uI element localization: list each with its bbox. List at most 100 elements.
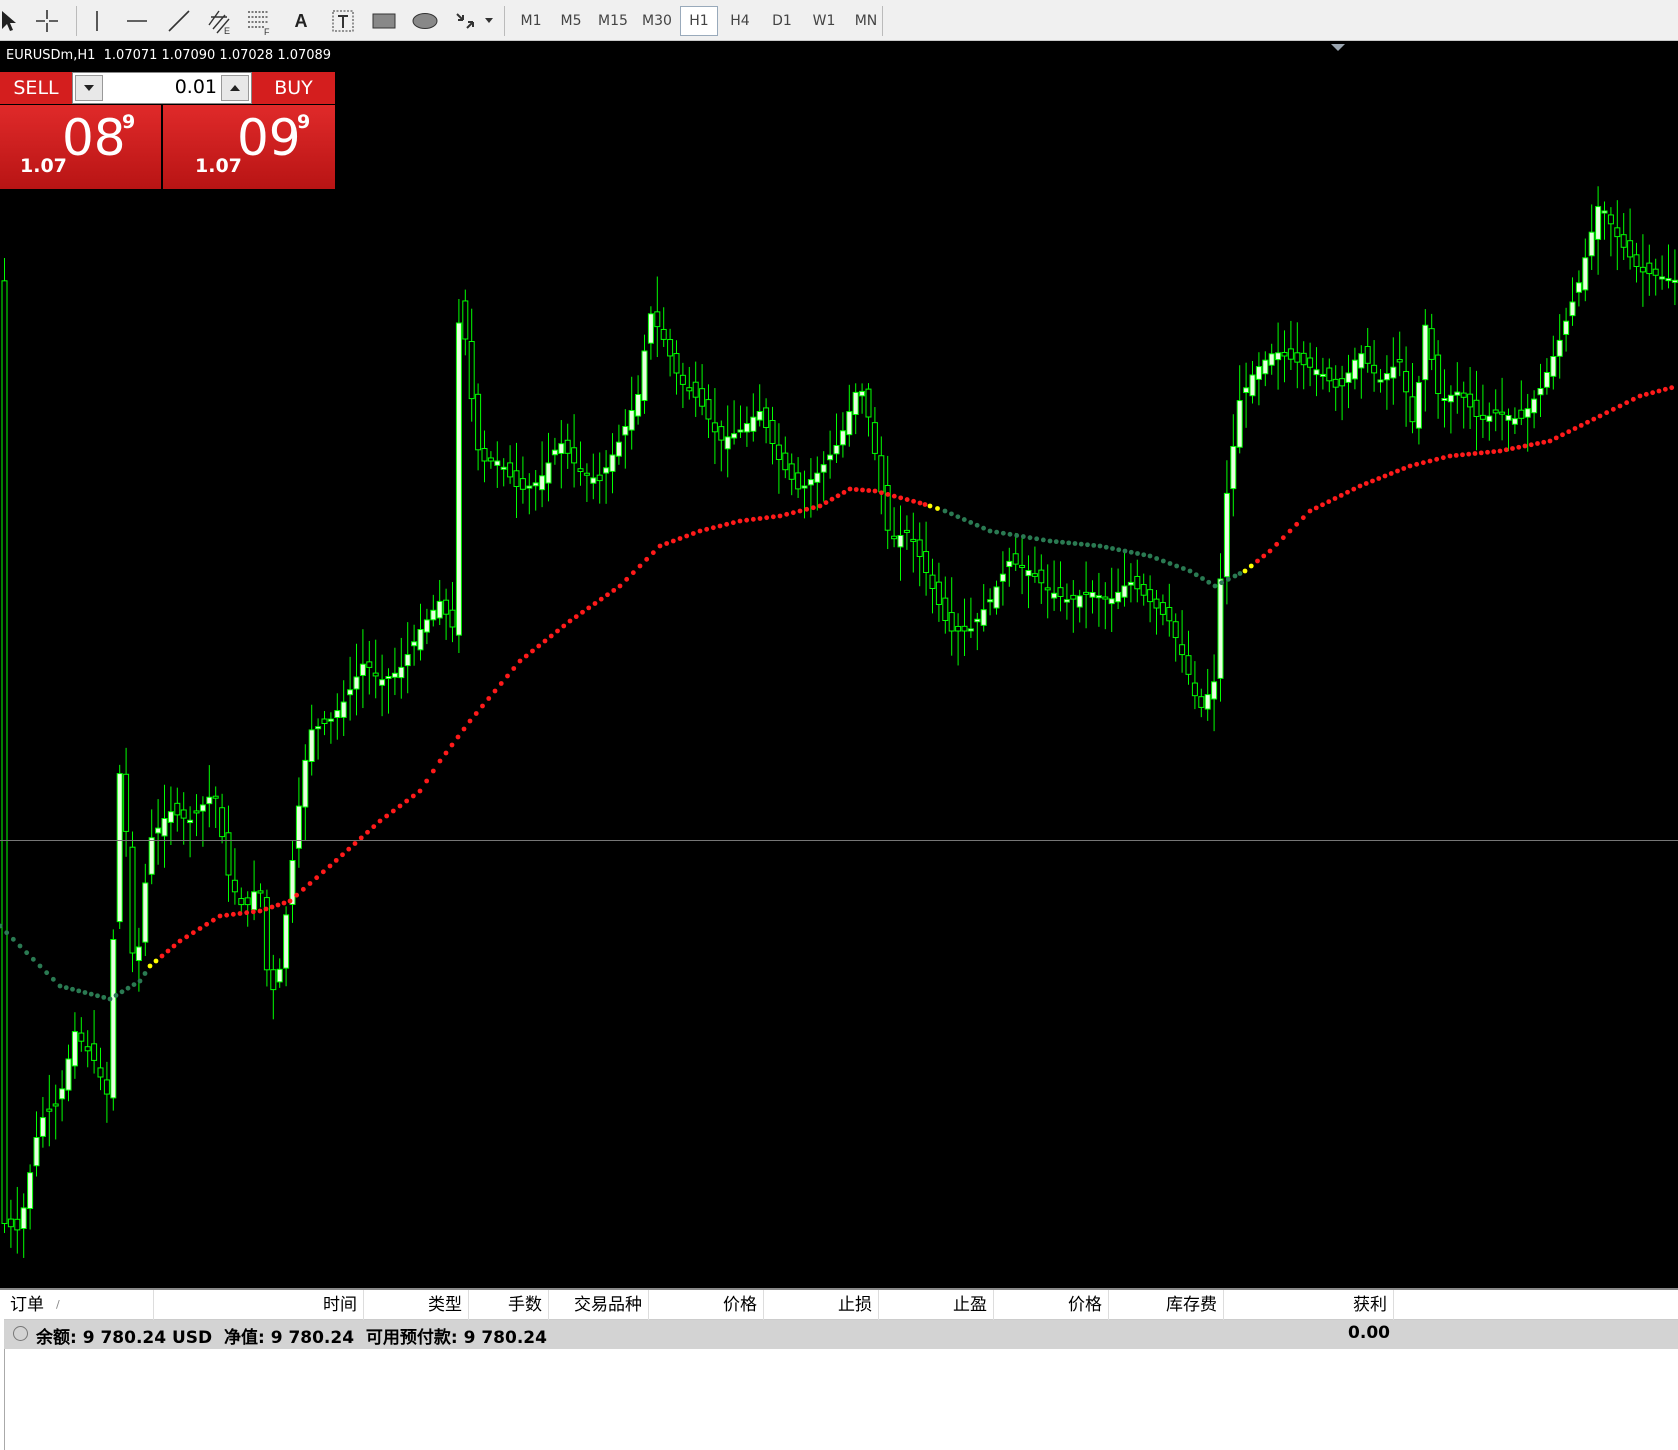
candle-body (1223, 492, 1230, 578)
sell-button[interactable]: SELL (0, 72, 72, 104)
candle-body (513, 470, 520, 488)
indicator-dot (1516, 444, 1522, 450)
candle-body (795, 472, 802, 490)
lot-size-field[interactable]: 0.01 (72, 72, 252, 104)
indicator-dot (866, 488, 872, 493)
elliott-icon[interactable]: E (204, 4, 234, 38)
candle-body (577, 468, 584, 472)
column-header[interactable]: 价格 (649, 1290, 764, 1320)
indicator-dot (1604, 410, 1610, 416)
candle-body (475, 393, 482, 451)
trendline-icon[interactable] (164, 4, 194, 38)
text-label-icon[interactable] (328, 4, 358, 38)
lot-decrease-button[interactable] (75, 75, 103, 101)
rectangle-icon[interactable] (368, 4, 400, 38)
candle-body (596, 474, 603, 482)
indicator-dot (1597, 413, 1603, 419)
candle-body (1153, 598, 1160, 609)
candle-body (97, 1067, 104, 1078)
ask-price-display[interactable]: 1.07 09 9 (163, 105, 335, 189)
buy-button[interactable]: BUY (252, 72, 335, 104)
bid-price-display[interactable]: 1.07 08 9 (0, 105, 161, 189)
column-header[interactable]: 止损 (764, 1290, 879, 1320)
indicator-dot (1294, 521, 1300, 527)
column-header[interactable]: 价格 (994, 1290, 1109, 1320)
timeframe-m15[interactable]: M15 (592, 6, 634, 36)
price-chart[interactable]: EURUSDm,H1 1.07071 1.07090 1.07028 1.070… (0, 41, 1678, 1305)
column-header[interactable]: 库存费 (1109, 1290, 1224, 1320)
candle-body (679, 374, 686, 385)
indicator-dot (1630, 396, 1636, 402)
candle-body (1531, 398, 1538, 414)
timeframe-h1[interactable]: H1 (680, 6, 718, 36)
column-header[interactable]: 交易品种 (549, 1290, 649, 1320)
candle-body (929, 574, 936, 590)
indicator-dot (1370, 478, 1375, 484)
candle-body (948, 612, 955, 632)
ellipse-icon[interactable] (408, 4, 442, 38)
indicator-dot (142, 971, 148, 976)
indicator-dot (1066, 540, 1072, 546)
candle-body (1319, 373, 1326, 377)
candle-body (167, 811, 174, 823)
timeframe-mn[interactable]: MN (846, 6, 886, 36)
cursor-icon[interactable] (0, 4, 18, 38)
candle-body (1460, 392, 1467, 398)
chart-shift-marker[interactable] (1331, 44, 1345, 51)
indicator-dot (617, 583, 623, 589)
indicator-dot (955, 514, 961, 520)
candle-body (897, 535, 904, 548)
candle-body (1659, 276, 1666, 280)
indicator-dot (1338, 492, 1344, 498)
text-icon[interactable]: A (288, 4, 314, 38)
column-header[interactable]: 类型 (364, 1290, 469, 1320)
timeframe-d1[interactable]: D1 (762, 6, 802, 36)
timeframe-w1[interactable]: W1 (804, 6, 844, 36)
timeframe-m30[interactable]: M30 (636, 6, 678, 36)
crosshair-icon[interactable] (30, 4, 64, 38)
account-summary-text: 余额: 9 780.24 USD 净值: 9 780.24 可用预付款: 9 7… (36, 1328, 547, 1348)
fibonacci-icon[interactable]: F (244, 4, 274, 38)
lot-increase-button[interactable] (221, 75, 249, 101)
candle-body (603, 467, 610, 474)
indicator-dot (1212, 583, 1218, 589)
indicator-dot (817, 503, 823, 509)
indicator-dot (1572, 426, 1578, 431)
column-header[interactable]: 手数 (469, 1290, 549, 1320)
indicator-dot (1472, 451, 1478, 456)
candle-body (270, 969, 277, 991)
indicator-dot (1167, 561, 1173, 566)
arrows-icon[interactable] (452, 4, 496, 38)
timeframe-m1[interactable]: M1 (512, 6, 550, 36)
candle-body (1063, 599, 1070, 603)
indicator-dot (961, 517, 967, 522)
timeframe-m5[interactable]: M5 (552, 6, 590, 36)
candle-body (366, 661, 373, 668)
indicator-dot (1447, 453, 1453, 459)
lot-size-value[interactable]: 0.01 (105, 76, 217, 98)
sort-icon: / (56, 1298, 60, 1311)
vertical-line-icon[interactable] (84, 4, 110, 38)
indicator-dot (137, 978, 143, 984)
column-header[interactable]: 订单 (4, 1290, 154, 1320)
candle-body (1275, 352, 1282, 361)
candle-body (1108, 598, 1115, 605)
indicator-dot (147, 963, 153, 969)
indicator-dot (119, 989, 125, 995)
indicator-dot (1237, 571, 1243, 576)
indicator-dot (1637, 393, 1643, 399)
indicator-dot (480, 703, 485, 709)
candle-body (1, 280, 8, 1225)
column-header[interactable]: 止盈 (879, 1290, 994, 1320)
indicator-dot (1242, 568, 1248, 574)
indicator-dot (365, 829, 370, 835)
column-header[interactable]: 时间 (154, 1290, 364, 1320)
column-header[interactable]: 获利 (1224, 1290, 1394, 1320)
horizontal-line-icon[interactable] (124, 4, 150, 38)
indicator-dot (1193, 572, 1199, 578)
account-summary-row[interactable]: 余额: 9 780.24 USD 净值: 9 780.24 可用预付款: 9 7… (4, 1320, 1678, 1349)
indicator-dot (1460, 452, 1465, 458)
timeframe-h4[interactable]: H4 (720, 6, 760, 36)
indicator-dot (1180, 566, 1186, 571)
indicator-dot (275, 902, 281, 908)
